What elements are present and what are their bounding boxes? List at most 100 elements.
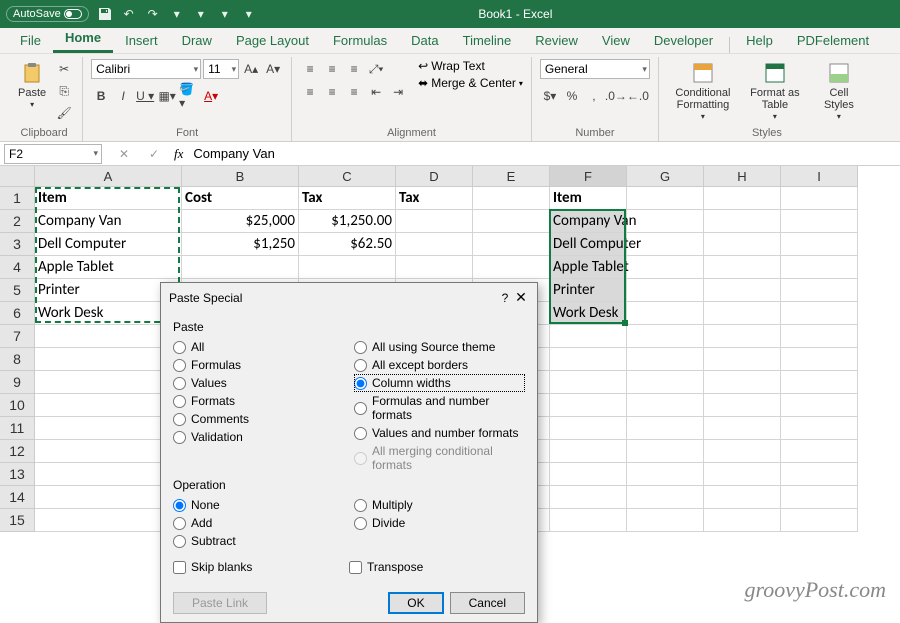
row-header-5[interactable]: 5: [0, 279, 35, 302]
radio-formulas[interactable]: Formulas: [173, 356, 344, 374]
format-painter-icon[interactable]: 🖌: [54, 103, 74, 123]
cell-A4[interactable]: Apple Tablet: [35, 256, 182, 279]
cell-G5[interactable]: [627, 279, 704, 302]
tab-timeline[interactable]: Timeline: [451, 29, 524, 53]
cell-F5[interactable]: Printer: [550, 279, 627, 302]
cell-A3[interactable]: Dell Computer: [35, 233, 182, 256]
qat-icon[interactable]: ▾: [193, 6, 209, 22]
col-header-I[interactable]: I: [781, 166, 858, 187]
radio-vnum[interactable]: Values and number formats: [354, 424, 525, 442]
cell-H12[interactable]: [704, 440, 781, 463]
cell-H6[interactable]: [704, 302, 781, 325]
cell-I5[interactable]: [781, 279, 858, 302]
col-header-H[interactable]: H: [704, 166, 781, 187]
cell-I1[interactable]: [781, 187, 858, 210]
cell-F14[interactable]: [550, 486, 627, 509]
cell-H2[interactable]: [704, 210, 781, 233]
tab-file[interactable]: File: [8, 29, 53, 53]
enter-formula-icon[interactable]: ✓: [144, 144, 164, 164]
cell-I12[interactable]: [781, 440, 858, 463]
tab-home[interactable]: Home: [53, 26, 113, 53]
col-header-C[interactable]: C: [299, 166, 396, 187]
col-header-F[interactable]: F: [550, 166, 627, 187]
cell-F3[interactable]: Dell Computer: [550, 233, 627, 256]
increase-decimal-icon[interactable]: .0→: [606, 86, 626, 106]
name-box[interactable]: F2: [4, 144, 102, 164]
cell-I11[interactable]: [781, 417, 858, 440]
percent-icon[interactable]: %: [562, 86, 582, 106]
row-header-10[interactable]: 10: [0, 394, 35, 417]
radio-fnum[interactable]: Formulas and number formats: [354, 392, 525, 424]
radio-sub[interactable]: Subtract: [173, 532, 344, 550]
transpose-checkbox[interactable]: Transpose: [349, 560, 525, 574]
radio-div[interactable]: Divide: [354, 514, 525, 532]
row-headers[interactable]: 123456789101112131415: [0, 187, 35, 532]
cell-G1[interactable]: [627, 187, 704, 210]
currency-icon[interactable]: $▾: [540, 86, 560, 106]
tab-formulas[interactable]: Formulas: [321, 29, 399, 53]
cell-G15[interactable]: [627, 509, 704, 532]
row-header-7[interactable]: 7: [0, 325, 35, 348]
qat-icon[interactable]: ▾: [169, 6, 185, 22]
cell-F12[interactable]: [550, 440, 627, 463]
border-icon[interactable]: ▦▾: [157, 86, 177, 106]
decrease-font-icon[interactable]: A▾: [263, 59, 283, 79]
cell-D3[interactable]: [396, 233, 473, 256]
cell-E1[interactable]: [473, 187, 550, 210]
underline-button[interactable]: U ▾: [135, 86, 155, 106]
col-header-A[interactable]: A: [35, 166, 182, 187]
cell-G9[interactable]: [627, 371, 704, 394]
cell-C1[interactable]: Tax: [299, 187, 396, 210]
format-as-table-button[interactable]: Format as Table▾: [743, 59, 807, 124]
radio-none[interactable]: None: [173, 496, 344, 514]
cell-F8[interactable]: [550, 348, 627, 371]
cell-I6[interactable]: [781, 302, 858, 325]
cell-H5[interactable]: [704, 279, 781, 302]
cell-D4[interactable]: [396, 256, 473, 279]
radio-comments[interactable]: Comments: [173, 410, 344, 428]
row-header-6[interactable]: 6: [0, 302, 35, 325]
row-header-3[interactable]: 3: [0, 233, 35, 256]
row-header-9[interactable]: 9: [0, 371, 35, 394]
cell-D2[interactable]: [396, 210, 473, 233]
cell-I9[interactable]: [781, 371, 858, 394]
align-middle-icon[interactable]: ≡: [322, 59, 342, 79]
cell-F4[interactable]: Apple Tablet: [550, 256, 627, 279]
cell-I4[interactable]: [781, 256, 858, 279]
tab-view[interactable]: View: [590, 29, 642, 53]
cell-C3[interactable]: $62.50: [299, 233, 396, 256]
tab-pdfelement[interactable]: PDFelement: [785, 29, 881, 53]
radio-all[interactable]: All: [173, 338, 344, 356]
cell-F7[interactable]: [550, 325, 627, 348]
tab-data[interactable]: Data: [399, 29, 450, 53]
tab-help[interactable]: Help: [734, 29, 785, 53]
tab-pagelayout[interactable]: Page Layout: [224, 29, 321, 53]
cell-styles-button[interactable]: Cell Styles▾: [811, 59, 867, 124]
cell-G13[interactable]: [627, 463, 704, 486]
cell-H10[interactable]: [704, 394, 781, 417]
fill-color-icon[interactable]: 🪣▾: [179, 86, 199, 106]
paste-button[interactable]: Paste ▾: [14, 59, 50, 112]
indent-increase-icon[interactable]: ⇥: [388, 82, 408, 102]
cell-H3[interactable]: [704, 233, 781, 256]
cell-F10[interactable]: [550, 394, 627, 417]
cell-I10[interactable]: [781, 394, 858, 417]
cut-icon[interactable]: ✂: [54, 59, 74, 79]
conditional-formatting-button[interactable]: Conditional Formatting▾: [667, 59, 739, 124]
save-icon[interactable]: [97, 6, 113, 22]
row-header-13[interactable]: 13: [0, 463, 35, 486]
row-header-15[interactable]: 15: [0, 509, 35, 532]
bold-button[interactable]: B: [91, 86, 111, 106]
align-left-icon[interactable]: ≡: [300, 82, 320, 102]
col-header-B[interactable]: B: [182, 166, 299, 187]
radio-formats[interactable]: Formats: [173, 392, 344, 410]
cell-G6[interactable]: [627, 302, 704, 325]
cell-I8[interactable]: [781, 348, 858, 371]
col-header-D[interactable]: D: [396, 166, 473, 187]
align-top-icon[interactable]: ≡: [300, 59, 320, 79]
row-header-2[interactable]: 2: [0, 210, 35, 233]
cell-F15[interactable]: [550, 509, 627, 532]
indent-decrease-icon[interactable]: ⇤: [366, 82, 386, 102]
close-icon[interactable]: ✕: [513, 289, 529, 306]
cell-A2[interactable]: Company Van: [35, 210, 182, 233]
